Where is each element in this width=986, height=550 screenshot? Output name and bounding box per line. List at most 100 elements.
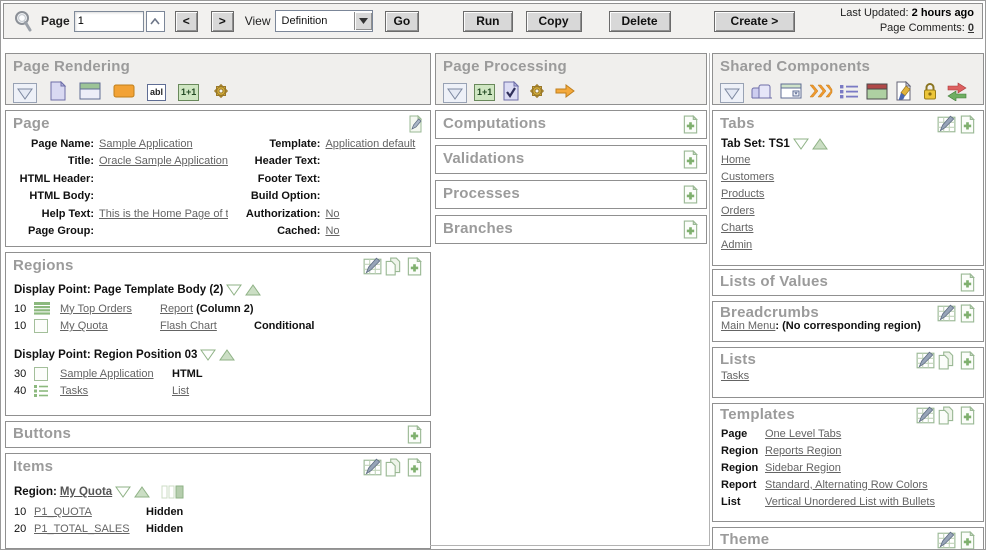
create-region-icon[interactable]	[405, 257, 424, 276]
tab-link[interactable]: Admin	[721, 237, 975, 254]
template-link[interactable]: Reports Region	[765, 445, 841, 457]
reorder-columns-icon[interactable]	[161, 485, 184, 499]
process-gear-icon[interactable]	[211, 81, 231, 104]
tab-link[interactable]: Products	[721, 186, 975, 203]
create-process-icon[interactable]	[681, 185, 700, 204]
template-link[interactable]: Vertical Unordered List with Bullets	[765, 496, 935, 508]
lov-icon[interactable]	[780, 83, 802, 102]
copy-item-icon[interactable]	[384, 458, 403, 477]
tab-link[interactable]: Orders	[721, 203, 975, 220]
template-link[interactable]: Standard, Alternating Row Colors	[765, 479, 928, 491]
security-lock-icon[interactable]	[921, 81, 939, 104]
button-icon[interactable]	[113, 84, 135, 101]
view-select[interactable]: Definition	[275, 10, 373, 32]
edit-all-templates-icon[interactable]	[916, 406, 935, 425]
create-validation-icon[interactable]	[681, 150, 700, 169]
field-label: Template:	[228, 138, 325, 150]
page-name-link[interactable]: Sample Application	[99, 138, 193, 150]
tabs-icon[interactable]	[751, 83, 773, 102]
edit-page-attributes-icon[interactable]	[406, 115, 424, 133]
create-breadcrumb-icon[interactable]	[958, 304, 977, 323]
region-type-link[interactable]: List	[172, 385, 189, 397]
breadcrumb-icon[interactable]	[809, 84, 833, 101]
buttons-section: Buttons	[5, 421, 431, 448]
edit-theme-icon[interactable]	[937, 531, 956, 550]
go-button[interactable]: Go	[385, 11, 420, 32]
help-text-link[interactable]: This is the Home Page of the S	[99, 208, 228, 220]
collapse-triangle-icon[interactable]	[13, 83, 37, 103]
edit-all-lists-icon[interactable]	[916, 351, 935, 370]
navigation-arrows-icon[interactable]	[946, 82, 968, 104]
copy-region-icon[interactable]	[384, 257, 403, 276]
page-picker-button[interactable]	[146, 11, 165, 32]
computation-icon[interactable]: 1+1	[178, 84, 199, 101]
process-gear-icon[interactable]	[527, 81, 547, 104]
region-type-link[interactable]: Flash Chart	[160, 320, 217, 332]
edit-all-items-icon[interactable]	[363, 458, 382, 477]
create-template-icon[interactable]	[958, 406, 977, 425]
list-icon[interactable]	[840, 83, 859, 102]
copy-button[interactable]: Copy	[526, 11, 582, 32]
move-down-icon[interactable]	[115, 486, 131, 498]
create-computation-icon[interactable]	[681, 115, 700, 134]
item-name-link[interactable]: P1_QUOTA	[34, 506, 92, 518]
column-divider	[709, 53, 710, 545]
create-list-icon[interactable]	[958, 351, 977, 370]
computation-icon[interactable]: 1+1	[474, 84, 495, 101]
previous-page-button[interactable]: <	[175, 11, 198, 32]
edit-breadcrumbs-icon[interactable]	[937, 304, 956, 323]
template-link[interactable]: Sidebar Region	[765, 462, 841, 474]
move-up-icon[interactable]	[245, 284, 261, 296]
move-up-icon[interactable]	[812, 138, 828, 150]
copy-list-icon[interactable]	[937, 351, 956, 370]
region-name-link[interactable]: My Quota	[60, 320, 108, 332]
region-name-link[interactable]: Sample Application	[60, 368, 154, 380]
move-down-icon[interactable]	[200, 349, 216, 361]
region-icon[interactable]	[79, 82, 101, 103]
collapse-triangle-icon[interactable]	[720, 83, 744, 103]
page-icon[interactable]	[49, 81, 67, 104]
template-icon[interactable]	[866, 83, 888, 103]
create-button[interactable]: Create >	[714, 11, 796, 32]
cached-link[interactable]: No	[325, 225, 339, 237]
validation-icon[interactable]	[502, 81, 520, 104]
delete-button[interactable]: Delete	[609, 11, 671, 32]
edit-all-regions-icon[interactable]	[363, 257, 382, 276]
text-item-icon[interactable]: abl	[147, 84, 166, 101]
item-name-link[interactable]: P1_TOTAL_SALES	[34, 523, 130, 535]
authorization-link[interactable]: No	[325, 208, 339, 220]
move-down-icon[interactable]	[793, 138, 809, 150]
create-branch-icon[interactable]	[681, 220, 700, 239]
create-button-icon[interactable]	[405, 425, 424, 444]
validations-section: Validations	[435, 145, 707, 174]
region-type-link[interactable]: Report	[160, 303, 193, 315]
next-page-button[interactable]: >	[211, 11, 234, 32]
breadcrumb-link[interactable]: Main Menu	[721, 320, 775, 332]
tab-link[interactable]: Charts	[721, 220, 975, 237]
region-name-link[interactable]: My Top Orders	[60, 303, 132, 315]
create-lov-icon[interactable]	[958, 273, 977, 292]
run-button[interactable]: Run	[463, 11, 512, 32]
move-up-icon[interactable]	[219, 349, 235, 361]
edit-all-tabs-icon[interactable]	[937, 115, 956, 134]
move-down-icon[interactable]	[226, 284, 242, 296]
items-region-link[interactable]: My Quota	[60, 486, 112, 498]
copy-template-icon[interactable]	[937, 406, 956, 425]
page-comments-link[interactable]: 0	[968, 22, 974, 34]
create-item-icon[interactable]	[405, 458, 424, 477]
create-theme-icon[interactable]	[958, 531, 977, 550]
page-number-input[interactable]	[74, 11, 144, 32]
move-up-icon[interactable]	[134, 486, 150, 498]
collapse-triangle-icon[interactable]	[443, 83, 467, 103]
list-link[interactable]: Tasks	[721, 368, 975, 385]
theme-icon[interactable]	[895, 81, 914, 104]
tab-link[interactable]: Home	[721, 152, 975, 169]
template-link[interactable]: One Level Tabs	[765, 428, 841, 440]
region-name-link[interactable]: Tasks	[60, 385, 88, 397]
tab-link[interactable]: Customers	[721, 169, 975, 186]
template-link[interactable]: Application default	[325, 138, 415, 150]
select-arrow-icon	[354, 12, 372, 30]
title-link[interactable]: Oracle Sample Application	[99, 155, 228, 167]
create-tab-icon[interactable]	[958, 115, 977, 134]
branch-arrow-icon[interactable]	[554, 83, 576, 102]
